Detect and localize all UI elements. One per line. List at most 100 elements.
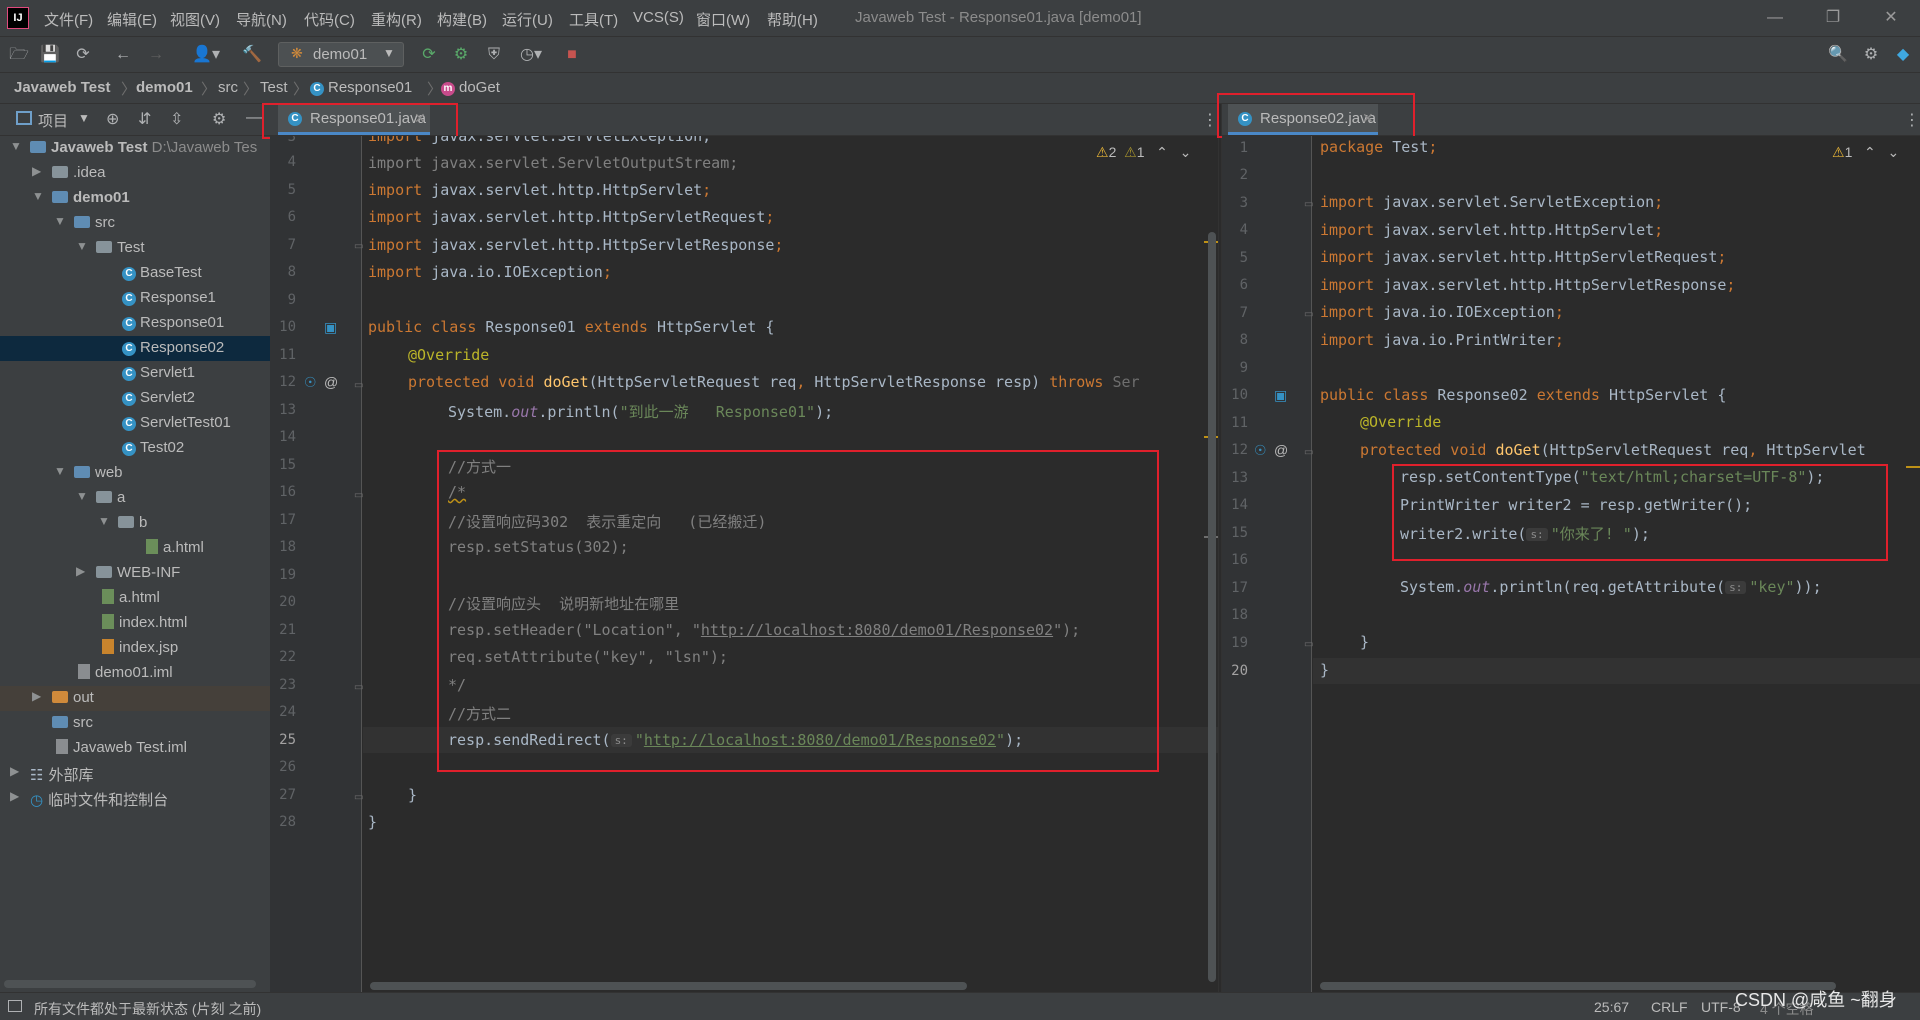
tree-item-folder-a[interactable]: ▼ a [0,486,270,511]
override-icon[interactable]: ☉ [304,374,317,391]
forward-icon[interactable]: → [146,45,166,65]
inspection-widget[interactable]: ⚠2 ⚠1 ⌃ ⌄ [1096,144,1191,161]
tree-item-jsp-file[interactable]: index.jsp [0,636,270,661]
breadcrumb-src[interactable]: src [218,79,238,96]
tree-item-test-package[interactable]: ▼ Test [0,236,270,261]
open-folder-icon[interactable]: 🗁 [9,45,29,65]
menu-window[interactable]: 窗口(W) [696,9,750,30]
minimize-icon[interactable]: — [1752,4,1798,32]
error-stripe-mark[interactable] [1906,466,1920,468]
tree-item-class[interactable]: C Test02 [0,436,270,461]
project-horizontal-scrollbar[interactable] [4,980,256,988]
hide-panel-icon[interactable]: — [246,109,262,127]
toggle-tool-windows-icon[interactable] [8,1000,22,1012]
fold-icon[interactable]: ▭ [1304,309,1313,320]
run-configuration-selector[interactable]: ❋ demo01 ▼ [278,42,404,67]
left-horizontal-scrollbar[interactable] [370,982,967,990]
tree-item-class[interactable]: C Servlet2 [0,386,270,411]
breadcrumb-class[interactable]: C Response01 [310,79,412,96]
chevron-up-icon[interactable]: ⌃ [1156,144,1168,160]
override-icon[interactable]: ☉ [1254,442,1267,459]
tree-item-external-libraries[interactable]: ▶ ☷ 外部库 [0,761,270,786]
restore-icon[interactable]: ❐ [1810,4,1856,32]
left-vertical-scrollbar[interactable] [1208,232,1216,982]
tree-item-class[interactable]: C Servlet1 [0,361,270,386]
tree-item-class-selected[interactable]: C Response02 [0,336,270,361]
tree-item-src-root[interactable]: src [0,711,270,736]
chevron-down-icon[interactable]: ▼ [78,111,90,125]
chevron-up-icon[interactable]: ⌃ [1864,144,1876,160]
annotation-at-icon[interactable]: @ [1274,442,1288,458]
intellij-logo-icon[interactable]: IJ [7,7,29,29]
fold-icon[interactable]: ▭ [354,241,363,252]
caret-position[interactable]: 25:67 [1594,999,1629,1015]
menu-tools[interactable]: 工具(T) [569,9,618,30]
breadcrumb-package[interactable]: Test [260,79,288,96]
tree-item-class[interactable]: C Response01 [0,311,270,336]
locate-target-icon[interactable]: ⊕ [106,109,119,129]
project-view-icon[interactable] [16,111,32,125]
rerun-icon[interactable]: ⟳ [419,45,439,65]
back-icon[interactable]: ← [113,45,133,65]
debug-bug-icon[interactable]: ⚙ [451,45,471,65]
menu-file[interactable]: 文件(F) [44,9,93,30]
project-panel-title[interactable]: 项目 [38,110,68,131]
fold-icon[interactable]: ▭ [354,682,363,693]
collapse-all-icon[interactable]: ⇳ [170,109,183,129]
menu-build[interactable]: 构建(B) [437,9,487,30]
expand-all-icon[interactable]: ⇵ [138,109,151,129]
sync-icon[interactable]: ⟳ [73,45,93,65]
tree-item-html-file[interactable]: a.html [0,536,270,561]
menu-view[interactable]: 视图(V) [170,9,220,30]
tree-item-html-file[interactable]: a.html [0,586,270,611]
breadcrumb-method[interactable]: m doGet [441,79,500,96]
tree-item-out[interactable]: ▶ out [0,686,270,711]
tree-item-src[interactable]: ▼ src [0,211,270,236]
gear-icon[interactable]: ⚙ [1861,45,1881,65]
menu-edit[interactable]: 编辑(E) [107,9,157,30]
fold-icon[interactable]: ▭ [1304,639,1313,650]
menu-run[interactable]: 运行(U) [502,9,553,30]
more-tabs-icon[interactable]: ⋮ [1202,110,1218,130]
right-code-editor[interactable]: 1 2 3 4 5 6 7 8 9 10 11 12 13 14 15 16 1… [1222,136,1920,992]
tree-item-project-root[interactable]: ▼ Javaweb Test D:\Javaweb Tes [0,136,270,161]
fold-icon[interactable]: ▭ [354,490,363,501]
fold-icon[interactable]: ▭ [1304,447,1313,458]
profiler-icon[interactable]: ◷▾ [514,45,548,65]
tree-item-idea[interactable]: ▶ .idea [0,161,270,186]
vcs-user-icon[interactable]: 👤▾ [190,45,222,65]
menu-refactor[interactable]: 重构(R) [371,9,422,30]
chevron-down-icon[interactable]: ⌄ [1887,144,1899,160]
fold-icon[interactable]: ▭ [354,380,363,391]
breadcrumb-module[interactable]: demo01 [136,79,193,96]
fold-icon[interactable]: ▭ [354,792,363,803]
tree-item-class[interactable]: C BaseTest [0,261,270,286]
tree-item-demo01[interactable]: ▼ demo01 [0,186,270,211]
save-icon[interactable]: 💾 [40,45,60,65]
chevron-down-icon[interactable]: ⌄ [1180,144,1192,160]
toolbox-icon[interactable]: ◆ [1893,45,1913,65]
menu-code[interactable]: 代码(C) [304,9,355,30]
tree-item-class[interactable]: C Response1 [0,286,270,311]
implemented-icon[interactable]: ▣ [1274,387,1287,404]
coverage-shield-icon[interactable]: ⛨ [484,45,504,65]
tree-item-web[interactable]: ▼ web [0,461,270,486]
tree-item-iml-file[interactable]: Javaweb Test.iml [0,736,270,761]
search-icon[interactable]: 🔍 [1828,45,1848,65]
tree-item-html-file[interactable]: index.html [0,611,270,636]
tree-item-class[interactable]: C ServletTest01 [0,411,270,436]
annotation-at-icon[interactable]: @ [324,374,338,390]
tree-item-iml-file[interactable]: demo01.iml [0,661,270,686]
tree-item-web-inf[interactable]: ▶ WEB-INF [0,561,270,586]
implemented-icon[interactable]: ▣ [324,319,337,336]
line-separator[interactable]: CRLF [1651,999,1688,1015]
close-icon[interactable]: ✕ [1868,4,1914,32]
stop-icon[interactable]: ■ [562,45,582,65]
inspection-widget[interactable]: ⚠1 ⌃ ⌄ [1832,144,1899,161]
menu-navigate[interactable]: 导航(N) [236,9,287,30]
more-tabs-icon[interactable]: ⋮ [1904,110,1920,130]
fold-icon[interactable]: ▭ [1304,199,1313,210]
build-hammer-icon[interactable]: 🔨 [242,45,262,65]
gear-icon[interactable]: ⚙ [212,109,226,129]
breadcrumb-project[interactable]: Javaweb Test [14,79,110,96]
